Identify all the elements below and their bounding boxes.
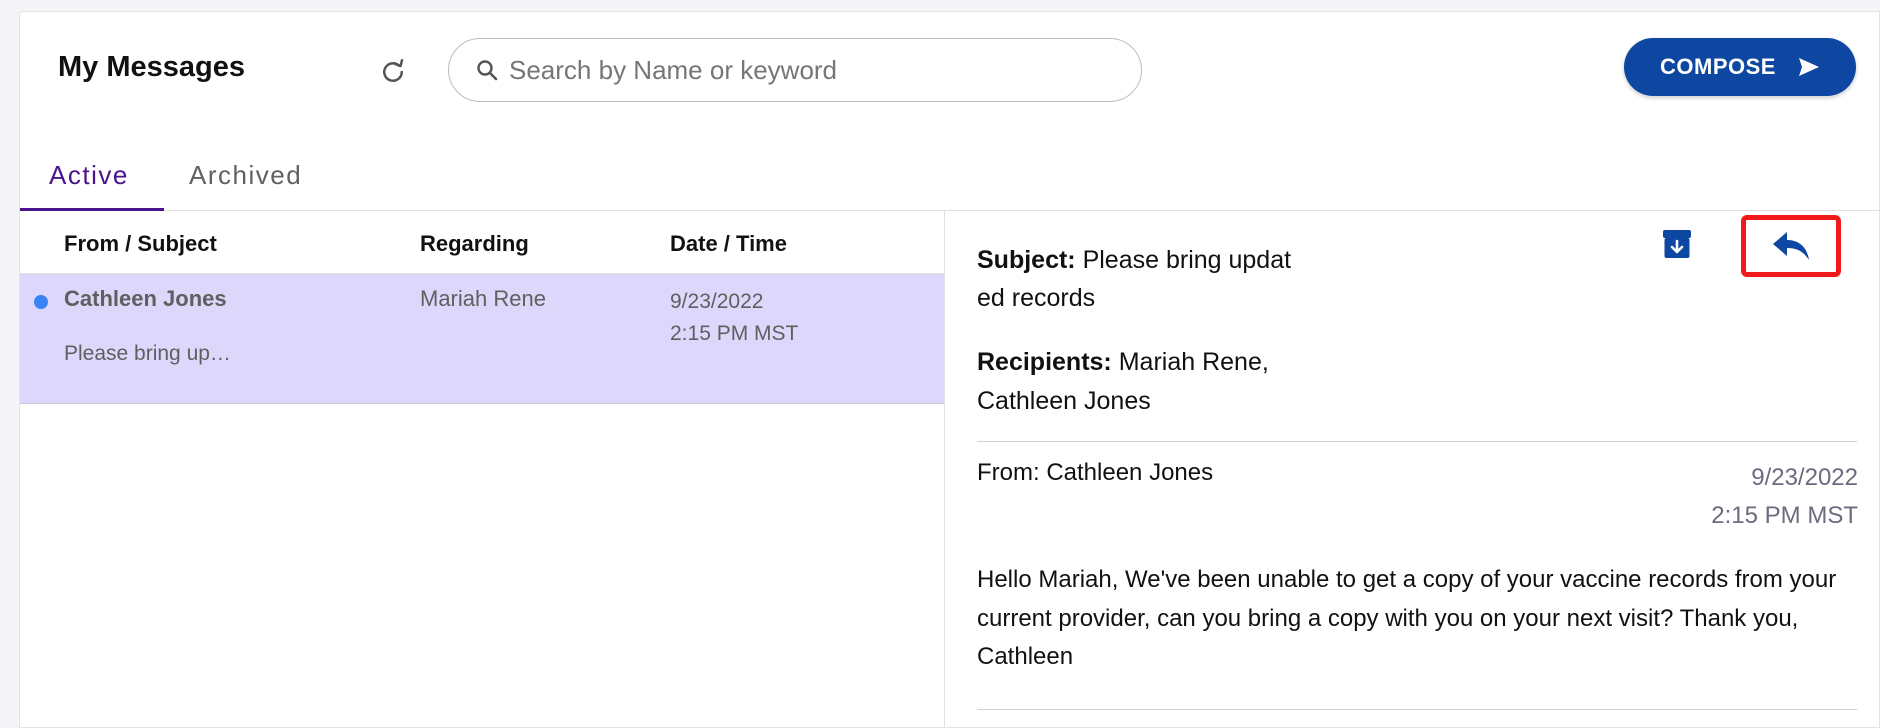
column-header-regarding[interactable]: Regarding [420, 231, 529, 257]
search-input[interactable] [509, 54, 1109, 86]
detail-divider [977, 441, 1857, 442]
refresh-button[interactable] [373, 52, 413, 92]
column-header-from-subject[interactable]: From / Subject [64, 231, 217, 257]
message-date: 9/23/2022 [1751, 464, 1858, 491]
message-datetime: 9/23/2022 2:15 PM MST [1711, 459, 1858, 535]
message-time: 2:15 PM MST [1711, 502, 1858, 529]
message-list: From / Subject Regarding Date / Time Cat… [20, 211, 944, 727]
message-subject: Subject: Please bring updat ed records [977, 241, 1307, 317]
search-icon [477, 60, 498, 81]
refresh-icon [383, 59, 404, 82]
message-detail: Subject: Please bring updat ed records R… [945, 211, 1879, 727]
tab-archived[interactable]: Archived [189, 160, 302, 191]
page-title: My Messages [58, 51, 245, 83]
row-sender: Cathleen Jones [64, 286, 227, 311]
search-box[interactable] [448, 38, 1142, 102]
compose-button[interactable]: COMPOSE [1624, 38, 1856, 96]
message-sender: From: Cathleen Jones [977, 459, 1214, 486]
recipients-label: Recipients: [977, 348, 1112, 376]
archive-icon [1663, 230, 1691, 258]
message-end-divider [977, 709, 1857, 710]
row-time: 2:15 PM MST [670, 322, 799, 345]
messages-panel: My Messages COMPOSE Active Archived From… [19, 11, 1880, 728]
subject-label: Subject: [977, 246, 1076, 274]
compose-label: COMPOSE [1660, 54, 1776, 79]
tab-active[interactable]: Active [49, 160, 129, 191]
message-recipients: Recipients: Mariah Rene, Cathleen Jones [977, 343, 1307, 421]
tab-bar: Active Archived [20, 132, 1879, 222]
reply-icon [1773, 232, 1809, 260]
row-datetime: 9/23/2022 2:15 PM MST [670, 286, 798, 350]
archive-button[interactable] [1662, 229, 1692, 259]
reply-button[interactable] [1741, 215, 1841, 277]
send-icon [1798, 58, 1819, 76]
unread-indicator [34, 295, 48, 309]
row-regarding: Mariah Rene [420, 286, 546, 311]
table-row[interactable]: Cathleen Jones Please bring up… Mariah R… [20, 274, 944, 404]
row-subject-snippet: Please bring up… [64, 342, 231, 365]
row-date: 9/23/2022 [670, 290, 764, 313]
column-header-date-time[interactable]: Date / Time [670, 231, 787, 257]
message-body: Hello Mariah, We've been unable to get a… [977, 566, 1837, 670]
